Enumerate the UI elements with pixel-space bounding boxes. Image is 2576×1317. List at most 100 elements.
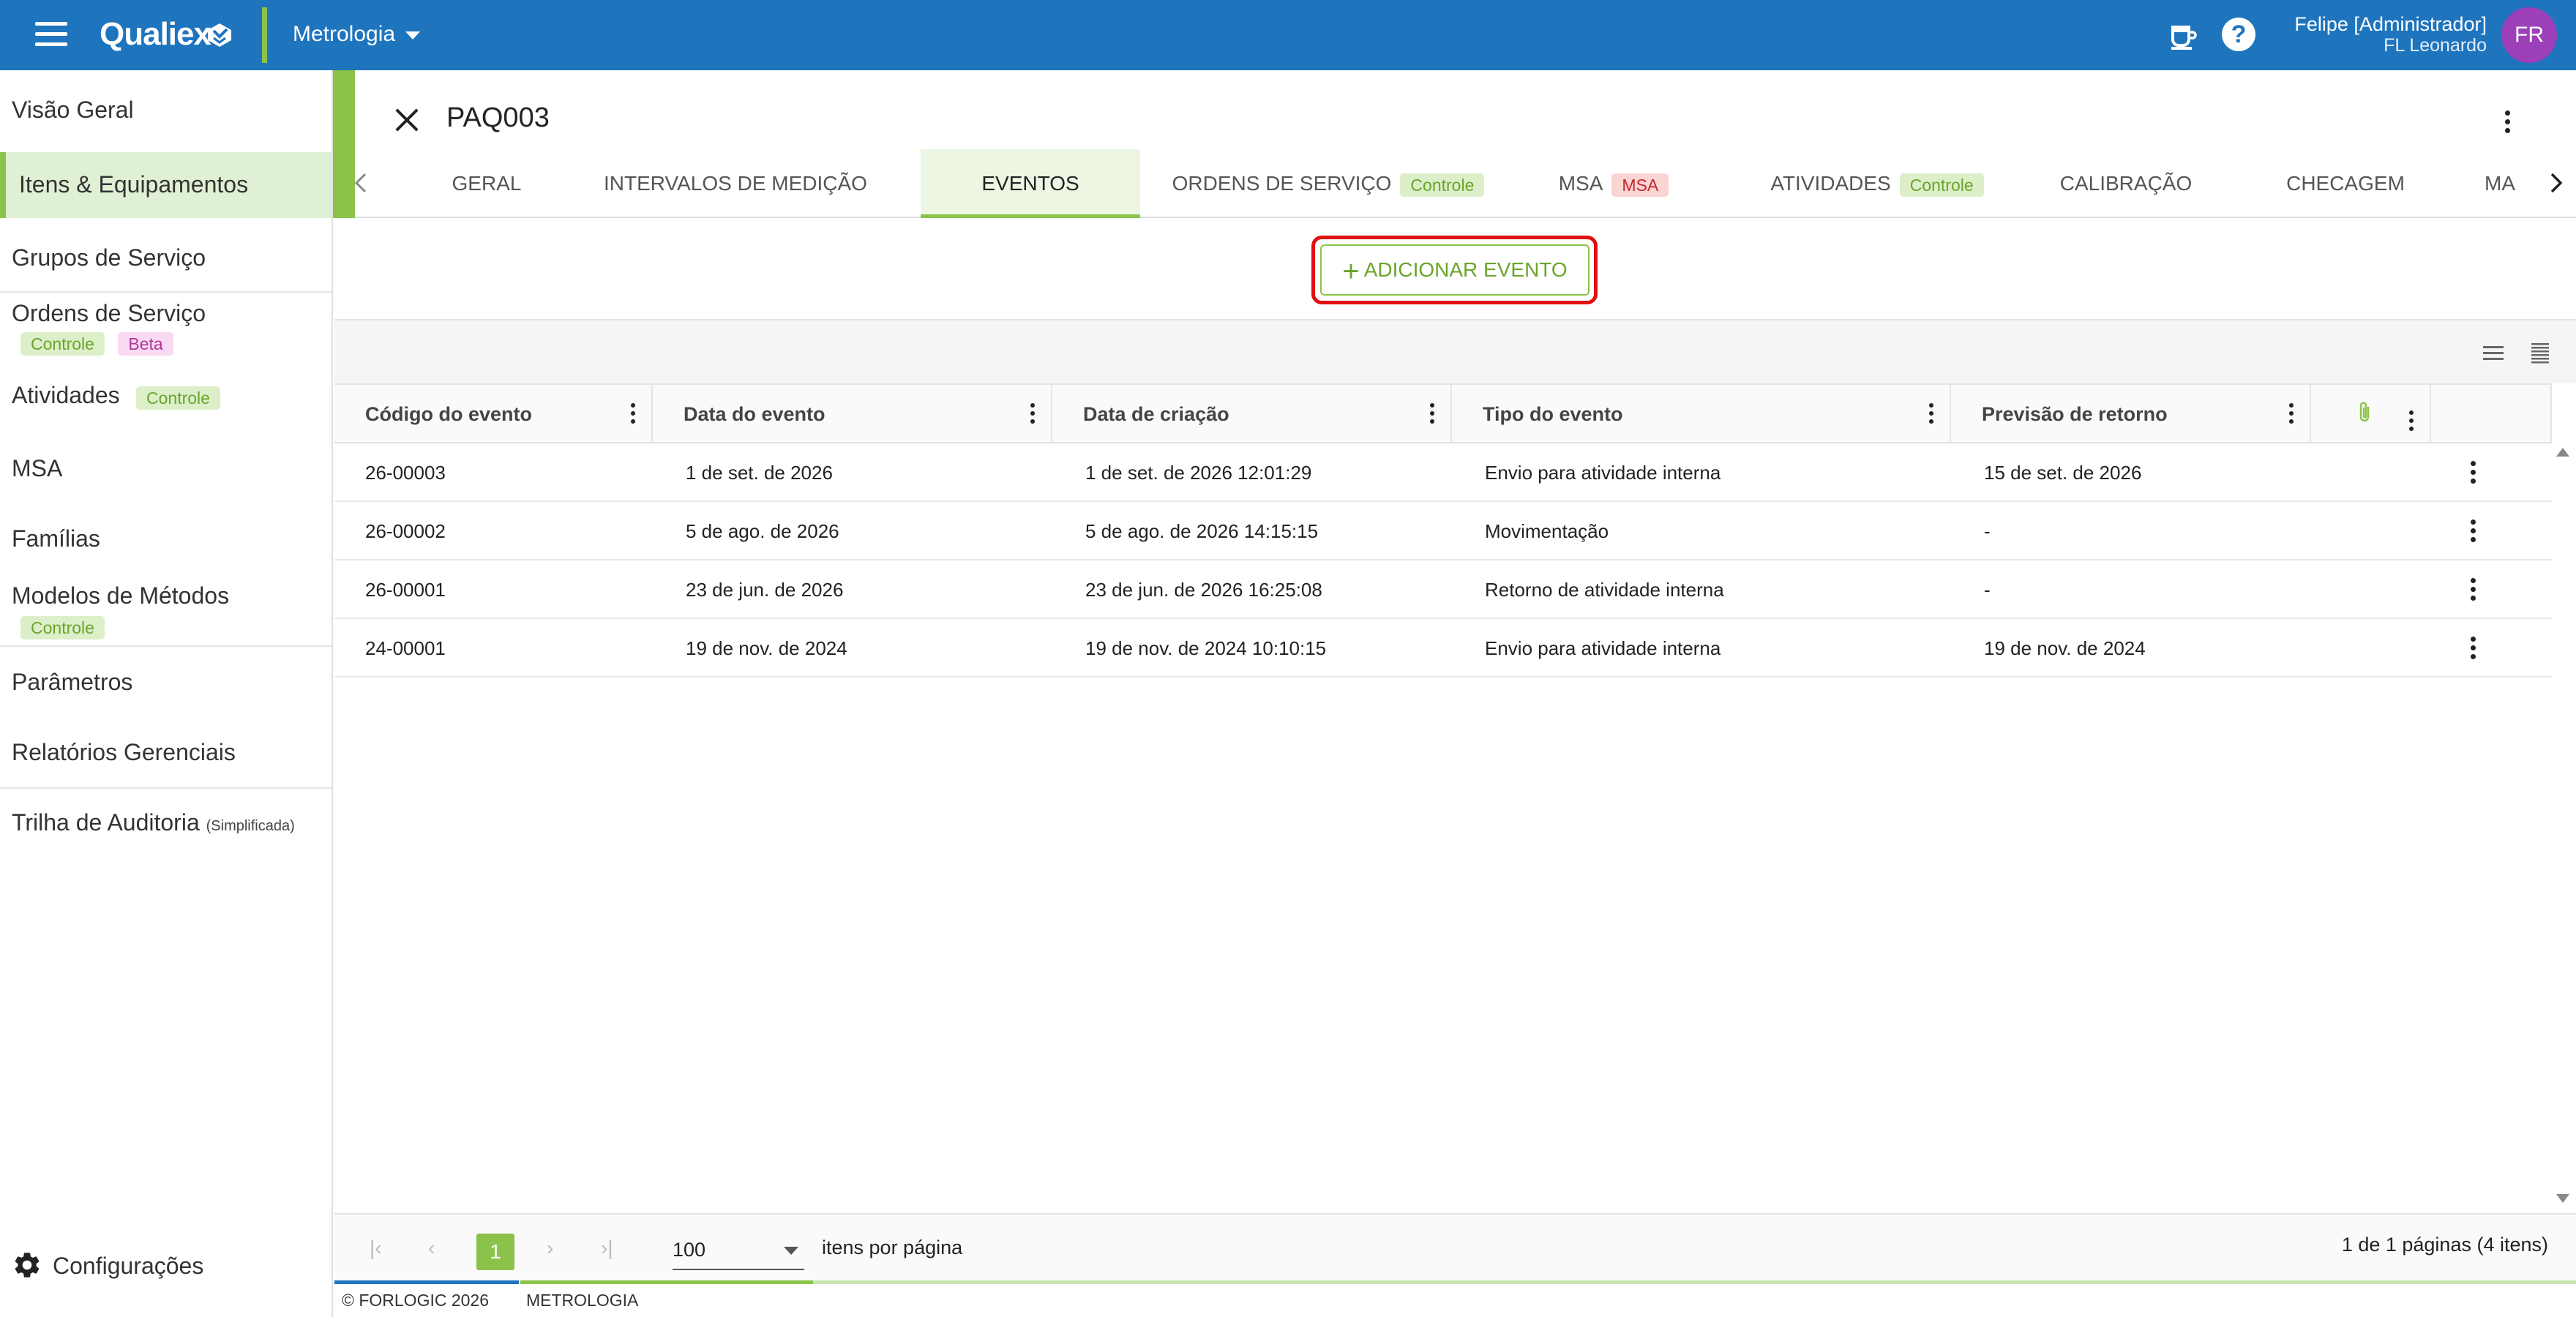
column-menu-icon[interactable] [1928, 402, 1935, 424]
cell-return: 19 de nov. de 2024 [1984, 637, 2146, 659]
footer-accent-green-light [520, 1280, 2576, 1284]
table-scrollbar[interactable] [2552, 443, 2576, 1213]
row-menu-icon[interactable] [2465, 459, 2480, 484]
column-header-label: Código do evento [365, 403, 532, 425]
sidebar-item-trilha-auditoria[interactable]: Trilha de Auditoria (Simplificada) [0, 792, 332, 856]
module-label: Metrologia [293, 22, 396, 46]
column-menu-icon[interactable] [629, 402, 637, 424]
cell-event-date: 1 de set. de 2026 [686, 462, 833, 484]
avatar[interactable]: FR [2501, 7, 2557, 63]
column-menu-icon[interactable] [1429, 402, 1436, 424]
sidebar-item-label-text: Trilha de Auditoria [12, 809, 200, 836]
row-menu-icon[interactable] [2465, 577, 2480, 601]
last-page-icon[interactable]: ›| [601, 1237, 613, 1260]
tab-intervalos[interactable]: INTERVALOS DE MEDIÇÃO [604, 149, 867, 218]
menu-icon[interactable] [35, 22, 67, 48]
chevron-left-icon[interactable] [349, 170, 375, 196]
tab-bar: GERAL INTERVALOS DE MEDIÇÃO EVENTOS ORDE… [354, 149, 2576, 218]
sidebar-item-ordens-servico[interactable]: Ordens de Serviço Controle Beta [0, 294, 332, 364]
compact-view-icon[interactable] [2528, 341, 2552, 364]
chevron-right-icon[interactable] [2543, 170, 2569, 196]
cell-created: 23 de jun. de 2026 16:25:08 [1085, 579, 1322, 601]
cell-code: 26-00003 [365, 462, 446, 484]
sidebar-item-label: Ordens de Serviço [12, 300, 206, 326]
list-view-icon[interactable] [2482, 341, 2505, 364]
column-menu-icon[interactable] [1029, 402, 1036, 424]
tab-eventos[interactable]: EVENTOS [921, 149, 1140, 218]
scroll-up-arrow-icon[interactable] [2556, 448, 2569, 457]
sidebar-item-label: Trilha de Auditoria (Simplificada) [12, 809, 295, 836]
module-selector[interactable]: Metrologia [293, 22, 421, 47]
column-header-codigo[interactable]: Código do evento [334, 385, 653, 443]
sidebar-item-label: Visão Geral [12, 97, 134, 123]
table-row[interactable]: 26-00003 1 de set. de 2026 1 de set. de … [334, 443, 2552, 502]
sidebar-item-itens-equipamentos[interactable]: Itens & Equipamentos [0, 152, 332, 218]
sidebar-item-atividades[interactable]: Atividades Controle [0, 366, 332, 427]
coffee-cup-icon[interactable] [2166, 19, 2200, 53]
cell-event-date: 19 de nov. de 2024 [686, 637, 847, 659]
first-page-icon[interactable]: |‹ [370, 1237, 382, 1260]
page-title: PAQ003 [446, 102, 550, 133]
table-row[interactable]: 26-00001 23 de jun. de 2026 23 de jun. d… [334, 560, 2552, 619]
tab-calibracao[interactable]: CALIBRAÇÃO [2038, 149, 2214, 218]
column-header-actions [2431, 385, 2552, 443]
column-header-attachments[interactable] [2311, 385, 2431, 443]
add-event-button[interactable]: + ADICIONAR EVENTO [1320, 244, 1590, 296]
more-options-icon[interactable] [2500, 107, 2515, 136]
sidebar-divider [0, 787, 332, 789]
table-row[interactable]: 24-00001 19 de nov. de 2024 19 de nov. d… [334, 619, 2552, 678]
sidebar-item-configuracoes[interactable]: Configurações [0, 1244, 332, 1291]
column-header-data-evento[interactable]: Data do evento [653, 385, 1052, 443]
sidebar-item-label: MSA [12, 455, 63, 481]
badge-msa: MSA [1611, 173, 1669, 197]
tab-label: CHECAGEM [2286, 172, 2405, 195]
footer-accent-green [520, 1280, 813, 1284]
sidebar-item-parametros[interactable]: Parâmetros [0, 650, 332, 714]
cell-code: 24-00001 [365, 637, 446, 659]
sidebar-item-visao-geral[interactable]: Visão Geral [0, 86, 332, 135]
tab-atividades[interactable]: ATIVIDADES Controle [1738, 149, 2016, 218]
tab-checagem[interactable]: CHECAGEM [2258, 149, 2433, 218]
sidebar-item-familias[interactable]: Famílias [0, 506, 332, 571]
previous-page-icon[interactable]: ‹ [428, 1237, 435, 1260]
page-size-select[interactable]: 100 [673, 1229, 804, 1270]
sidebar-item-grupos-servico[interactable]: Grupos de Serviço [0, 225, 332, 291]
column-header-label: Tipo do evento [1483, 403, 1623, 425]
help-icon[interactable]: ? [2222, 18, 2255, 51]
badge-controle: Controle [1400, 173, 1485, 197]
badge-controle: Controle [20, 332, 105, 356]
cell-type: Retorno de atividade interna [1485, 579, 1724, 601]
footer-copyright: © FORLOGIC 2026 [342, 1291, 490, 1310]
row-menu-icon[interactable] [2465, 635, 2480, 660]
brand-logo[interactable]: Qualiex [100, 16, 211, 53]
next-page-icon[interactable]: › [547, 1237, 553, 1260]
sidebar-item-note: (Simplificada) [206, 818, 295, 834]
brand-logo-mark-icon [208, 23, 231, 47]
user-org: FL Leonardo [2384, 35, 2487, 56]
column-menu-icon[interactable] [2288, 402, 2295, 424]
cell-created: 19 de nov. de 2024 10:10:15 [1085, 637, 1327, 659]
sidebar: Visão Geral Itens & Equipamentos Grupos … [0, 70, 333, 1317]
sidebar-item-msa[interactable]: MSA [0, 436, 332, 500]
tab-label: ATIVIDADES [1770, 172, 1891, 195]
row-menu-icon[interactable] [2465, 518, 2480, 543]
sidebar-item-relatorios[interactable]: Relatórios Gerenciais [0, 720, 332, 784]
cell-created: 1 de set. de 2026 12:01:29 [1085, 462, 1312, 484]
column-menu-icon[interactable] [2408, 410, 2415, 432]
sidebar-item-modelos-metodos[interactable]: Modelos de Métodos Controle [0, 575, 332, 648]
sidebar-divider [0, 291, 332, 293]
tab-more[interactable]: MA [2485, 149, 2550, 218]
scroll-down-arrow-icon[interactable] [2556, 1194, 2569, 1203]
column-header-tipo[interactable]: Tipo do evento [1452, 385, 1951, 443]
page-number-current[interactable]: 1 [476, 1234, 514, 1270]
cell-created: 5 de ago. de 2026 14:15:15 [1085, 520, 1319, 542]
column-header-data-criacao[interactable]: Data de criação [1052, 385, 1452, 443]
column-header-previsao[interactable]: Previsão de retorno [1951, 385, 2311, 443]
tab-geral[interactable]: GERAL [406, 149, 567, 218]
tab-ordens-servico[interactable]: ORDENS DE SERVIÇO Controle [1167, 149, 1489, 218]
tab-label: ORDENS DE SERVIÇO [1172, 172, 1392, 195]
tab-msa[interactable]: MSA MSA [1540, 149, 1687, 218]
close-icon[interactable] [392, 105, 422, 135]
top-bar: Qualiex Metrologia ? Felipe [Administrad… [0, 0, 2576, 70]
table-row[interactable]: 26-00002 5 de ago. de 2026 5 de ago. de … [334, 502, 2552, 560]
